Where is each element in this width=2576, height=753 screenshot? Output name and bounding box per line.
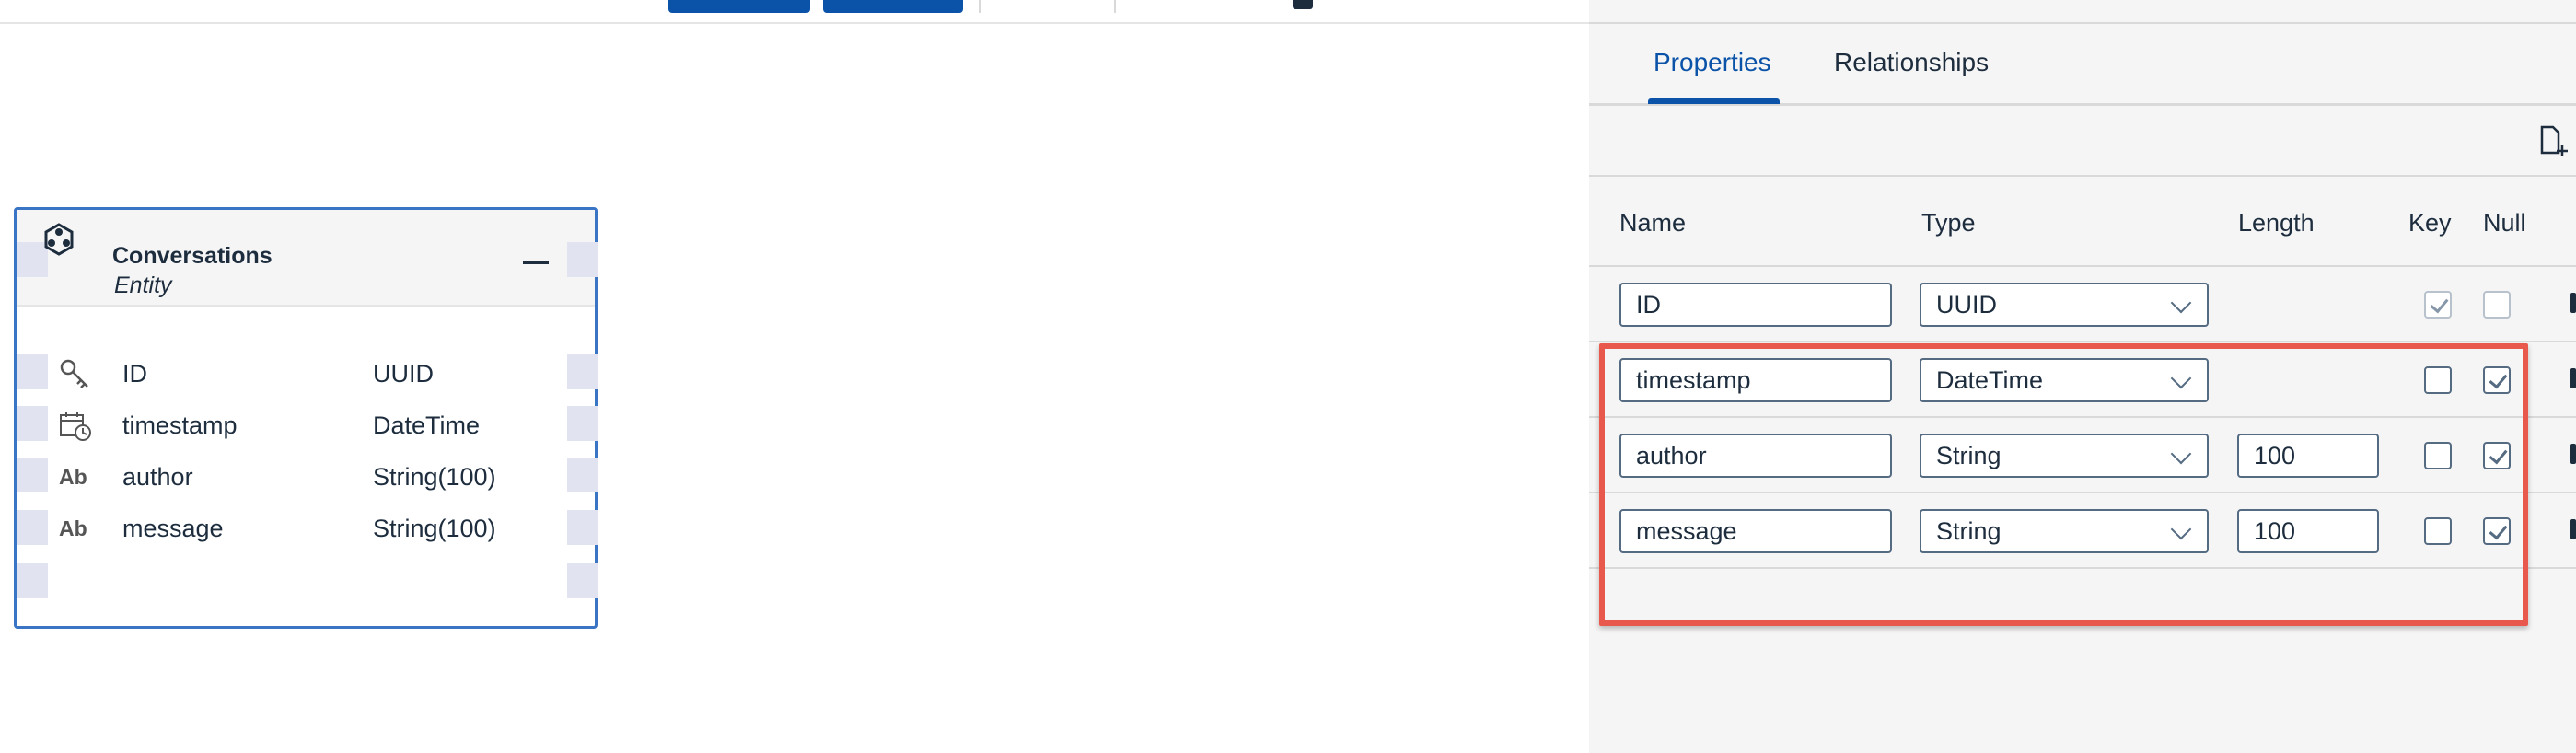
connection-port[interactable]	[567, 510, 598, 545]
connection-port[interactable]	[17, 458, 48, 492]
entity-cube-icon	[44, 223, 74, 256]
add-row-icon[interactable]	[2538, 122, 2570, 158]
toolbar-button-2[interactable]	[823, 0, 963, 13]
attribute-type: UUID	[373, 360, 434, 388]
column-header-key: Key	[2408, 209, 2452, 237]
name-input[interactable]: ID	[1619, 283, 1892, 327]
string-type-icon: Ab	[59, 516, 87, 540]
connection-port[interactable]	[567, 354, 598, 389]
collapse-icon[interactable]	[523, 261, 549, 264]
type-select-value: UUID	[1936, 291, 1997, 319]
column-header-type: Type	[1921, 209, 1976, 237]
connection-port[interactable]	[17, 406, 48, 441]
connection-port[interactable]	[567, 563, 598, 598]
toolbar-button-1[interactable]	[668, 0, 810, 13]
entity-header	[17, 210, 595, 307]
attribute-type: String(100)	[373, 515, 496, 542]
null-checkbox[interactable]	[2483, 291, 2511, 319]
connection-port[interactable]	[17, 563, 48, 598]
toolbar-separator	[1114, 0, 1116, 13]
tab-properties[interactable]: Properties	[1654, 48, 1771, 77]
connection-port[interactable]	[17, 354, 48, 389]
entity-title: Conversations	[112, 243, 273, 269]
calendar-clock-icon	[60, 412, 91, 441]
attribute-name: author	[122, 463, 193, 491]
column-header-null: Null	[2483, 209, 2526, 237]
type-select[interactable]: UUID	[1920, 283, 2209, 327]
attribute-name: message	[122, 515, 224, 542]
delete-icon[interactable]	[2570, 444, 2576, 464]
panel-toolbar	[1589, 103, 2576, 177]
key-checkbox[interactable]	[2424, 291, 2452, 319]
attribute-name: timestamp	[122, 411, 238, 439]
toolbar-separator	[979, 0, 981, 13]
attribute-type: DateTime	[373, 411, 481, 439]
entity-card[interactable]	[14, 207, 598, 629]
column-header-length: Length	[2238, 209, 2315, 237]
connection-port[interactable]	[567, 458, 598, 492]
delete-icon[interactable]	[2570, 519, 2576, 539]
tab-relationships[interactable]: Relationships	[1834, 48, 1989, 77]
connection-port[interactable]	[17, 510, 48, 545]
string-type-icon: Ab	[59, 465, 87, 489]
attribute-type: String(100)	[373, 463, 496, 491]
connection-port[interactable]	[567, 242, 598, 277]
key-icon	[60, 359, 88, 388]
delete-icon[interactable]	[2570, 293, 2576, 313]
attribute-name: ID	[122, 360, 147, 388]
toolbar-icon[interactable]	[1293, 0, 1313, 9]
panel-top-bar	[1589, 0, 2576, 24]
column-header-name: Name	[1619, 209, 1687, 237]
highlight-box	[1599, 343, 2528, 626]
chevron-down-icon	[2170, 292, 2192, 314]
connection-port[interactable]	[567, 406, 598, 441]
delete-icon[interactable]	[2570, 368, 2576, 388]
panel-tabs: Properties Relationships	[1589, 24, 2576, 106]
top-toolbar	[0, 0, 1589, 24]
entity-subtitle: Entity	[114, 272, 172, 298]
